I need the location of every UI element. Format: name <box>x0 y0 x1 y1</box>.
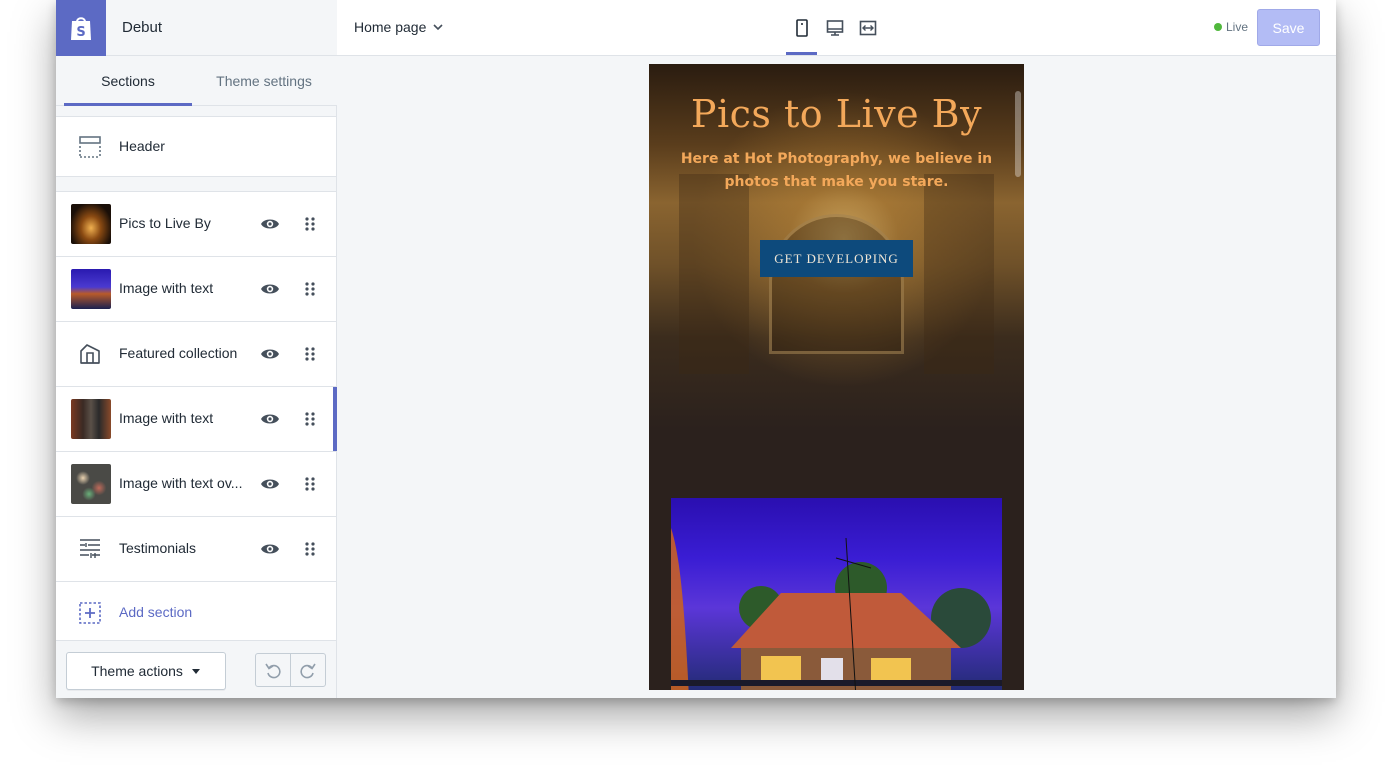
tab-sections[interactable]: Sections <box>64 56 192 106</box>
mobile-preview-frame[interactable]: Pics to Live By Here at Hot Photography,… <box>649 64 1024 690</box>
section-label: Testimonials <box>119 540 197 556</box>
bokeh-lights-thumb <box>71 464 111 504</box>
collection-icon <box>80 344 100 364</box>
house-image <box>671 498 1002 690</box>
section-label: Image with text <box>119 410 214 426</box>
theme-actions-button[interactable]: Theme actions <box>66 652 226 690</box>
page-selector-label: Home page <box>354 19 427 35</box>
section-label: Image with text ov... <box>119 475 243 491</box>
preview-scrollbar[interactable] <box>1015 91 1021 177</box>
preview-area: Pics to Live By Here at Hot Photography,… <box>337 57 1336 698</box>
theme-editor-window: S Debut Sections Theme settings Header P… <box>56 0 1336 698</box>
section-label: Header <box>119 138 165 154</box>
hero-tower-left <box>679 174 749 374</box>
drag-handle-icon[interactable] <box>303 475 317 493</box>
text-lines-icon <box>80 539 100 558</box>
section-row[interactable]: Image with text <box>56 257 336 322</box>
save-button[interactable]: Save <box>1257 9 1320 46</box>
theme-actions-label: Theme actions <box>91 663 183 679</box>
editor-topbar: Home page Live Save <box>337 0 1336 56</box>
undo-redo-group <box>255 653 326 687</box>
section-row-header[interactable]: Header <box>56 116 336 177</box>
fullscreen-icon <box>859 20 876 36</box>
eye-icon[interactable] <box>260 344 280 364</box>
eye-icon[interactable] <box>260 539 280 559</box>
undo-icon <box>265 663 281 679</box>
house-blue-thumb <box>71 269 111 309</box>
shopify-bag-icon[interactable]: S <box>56 0 106 56</box>
section-label: Pics to Live By <box>119 215 211 231</box>
eye-icon[interactable] <box>260 409 280 429</box>
fullscreen-view-button[interactable] <box>851 0 884 56</box>
add-section-button[interactable]: Add section <box>56 582 336 641</box>
section-list: Pics to Live By Image with text Featured… <box>56 191 337 582</box>
svg-text:S: S <box>76 25 85 40</box>
eye-icon[interactable] <box>260 474 280 494</box>
desktop-background: S Debut Sections Theme settings Header P… <box>0 0 1392 778</box>
add-section-icon <box>79 602 101 624</box>
hero-title: Pics to Live By <box>690 92 983 136</box>
caret-down-icon <box>191 669 200 674</box>
live-label: Live <box>1226 20 1249 34</box>
cathedral-night-thumb <box>71 204 111 244</box>
desktop-icon <box>826 20 843 36</box>
mobile-view-button[interactable] <box>785 0 818 56</box>
device-switcher <box>785 0 884 56</box>
eye-icon[interactable] <box>260 279 280 299</box>
section-row-selected[interactable]: Image with text <box>56 387 337 452</box>
desktop-view-button[interactable] <box>818 0 851 56</box>
eye-icon[interactable] <box>260 214 280 234</box>
drag-handle-icon[interactable] <box>303 345 317 363</box>
chevron-down-icon <box>433 24 443 31</box>
add-section-label: Add section <box>119 604 193 620</box>
hero-cta-button[interactable]: GET DEVELOPING <box>760 240 913 277</box>
drag-handle-icon[interactable] <box>303 215 317 233</box>
sidebar-footer: Theme actions <box>56 641 336 698</box>
theme-name: Debut <box>122 19 163 36</box>
section-row[interactable]: Testimonials <box>56 517 336 582</box>
redo-button[interactable] <box>290 654 325 686</box>
page-selector[interactable]: Home page <box>354 19 444 35</box>
mobile-icon <box>795 19 808 37</box>
section-label: Image with text <box>119 280 214 296</box>
hero-arch <box>769 214 904 354</box>
sidebar: S Debut Sections Theme settings Header P… <box>56 0 337 698</box>
brand-bar: S Debut <box>56 0 337 56</box>
drag-handle-icon[interactable] <box>303 280 317 298</box>
header-layout-icon <box>79 136 101 158</box>
section-row[interactable]: Pics to Live By <box>56 192 336 257</box>
alley-thumb <box>71 399 111 439</box>
hero-subtitle: Here at Hot Photography, we believe in p… <box>680 151 993 190</box>
drag-handle-icon[interactable] <box>303 540 317 558</box>
redo-icon <box>300 663 316 679</box>
sidebar-tabs: Sections Theme settings <box>56 56 337 106</box>
undo-button[interactable] <box>256 654 290 686</box>
drag-handle-icon[interactable] <box>303 410 317 428</box>
section-row[interactable]: Featured collection <box>56 322 336 387</box>
hero-tower-right <box>924 174 994 374</box>
live-status: Live <box>1214 20 1248 34</box>
section-row[interactable]: Image with text ov... <box>56 452 336 517</box>
section-label: Featured collection <box>119 345 238 361</box>
tab-theme-settings[interactable]: Theme settings <box>200 56 328 105</box>
live-dot-icon <box>1214 23 1222 31</box>
